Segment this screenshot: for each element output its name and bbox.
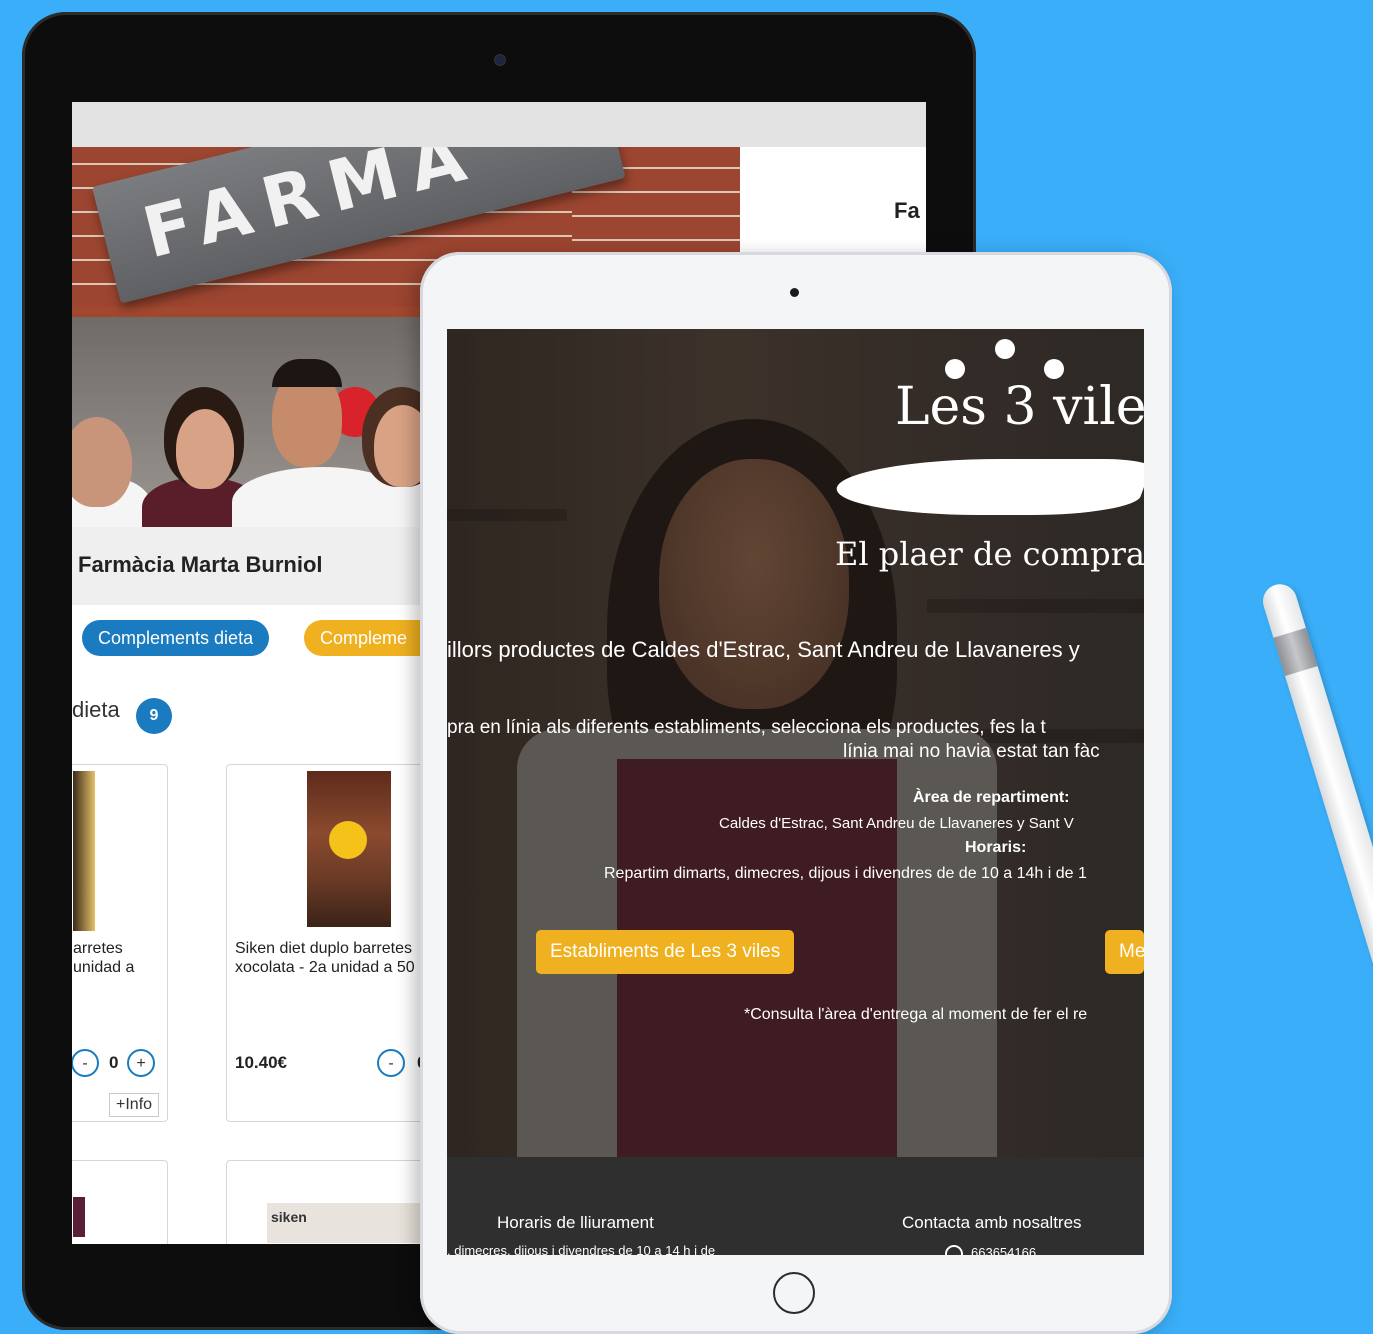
hours-label: Horaris: [965,839,1027,856]
product-image: siken [267,1203,437,1243]
partial-title: Fa [894,198,920,223]
area-value: Caldes d'Estrac, Sant Andreu de Llavaner… [719,815,1074,832]
logo-title: Les 3 viles [895,377,1144,437]
product-name-line2: xocolata - 2a unidad a 50 [235,959,415,976]
front-tablet: Les 3 viles El plaer de compra illors pr… [420,252,1172,1334]
decrease-qty-button[interactable]: - [377,1049,405,1077]
footer: Horaris de lliurament , dimecres, dijous… [447,1157,1144,1255]
headline: illors productes de Caldes d'Estrac, San… [447,637,1080,662]
logo-dot [995,339,1015,359]
logo-tagline: El plaer de compra [835,535,1144,573]
footer-contact-title: Contacta amb nosaltres [902,1213,1082,1232]
footer-hours-title: Horaris de lliurament [497,1213,654,1232]
product-image [307,771,391,927]
offer-sticker [329,821,367,859]
hours-value: Repartim dimarts, dimecres, dijous i div… [604,865,1087,882]
section-heading: dieta [72,697,120,722]
phone-icon [945,1245,963,1255]
pencil-band [1273,627,1318,677]
browser-top-bar [72,102,926,147]
area-label: Àrea de repartiment: [913,789,1070,806]
product-image [73,1197,85,1237]
shop-screen: Les 3 viles El plaer de compra illors pr… [447,329,1144,1255]
camera-icon [790,288,799,297]
intro-line-1: pra en línia als diferents establiments,… [447,717,1046,738]
intro-line-2: línia mai no havia estat tan fàc [843,741,1100,762]
product-image [73,771,95,931]
delivery-note: *Consulta l'àrea d'entrega al moment de … [744,1006,1088,1023]
footer-hours-text: , dimecres, dijous i divendres de 10 a 1… [447,1243,716,1255]
more-info-button[interactable]: +Info [109,1093,160,1117]
product-price: 10.40€ [235,1053,287,1072]
product-card[interactable] [72,1160,168,1244]
product-name-line2: unidad a [73,959,135,976]
product-brand: siken [271,1209,307,1225]
logo-dot [945,359,965,379]
category-pill-complements[interactable]: Complements dieta [82,620,270,656]
camera-icon [494,54,506,66]
increase-qty-button[interactable]: + [127,1049,155,1077]
person-face [176,409,234,489]
product-name-line1: Siken diet duplo barretes [235,940,412,957]
product-name-line1: arretes [73,940,123,957]
stylus-pencil [1258,580,1373,1279]
logo-dot [1044,359,1064,379]
section-count-badge: 9 [136,698,172,734]
shops-button[interactable]: Establiments de Les 3 viles [536,930,795,974]
product-card[interactable]: arretes unidad a - 0 + +Info [72,764,168,1122]
home-button[interactable] [773,1272,815,1314]
secondary-button[interactable]: Me [1105,930,1144,974]
footer-phone[interactable]: 663654166 [971,1245,1036,1255]
decrease-qty-button[interactable]: - [72,1049,99,1077]
pharmacy-name: Farmàcia Marta Burniol [78,552,323,577]
quantity-value: 0 [109,1053,119,1072]
